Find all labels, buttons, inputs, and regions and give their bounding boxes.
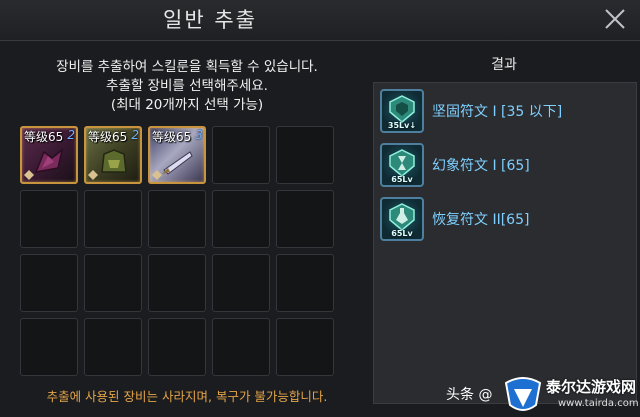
instruction-line-2: 추출할 장비를 선택해주세요.: [106, 78, 268, 94]
rune-level-badge: 65Lv: [391, 175, 413, 184]
empty-slot[interactable]: [20, 254, 78, 312]
empty-slot[interactable]: [20, 190, 78, 248]
result-item[interactable]: 35Lv↓ 坚固符文 I [35 以下]: [380, 89, 630, 135]
rune-level-badge: 65Lv: [391, 229, 413, 238]
equipment-level: 等级65: [152, 130, 192, 144]
logo-name: 泰尔达游戏网: [546, 378, 637, 396]
equipment-level: 等级65: [24, 130, 64, 144]
logo-url: www.tairda.com: [558, 398, 639, 409]
site-logo: 泰尔达游戏网 www.tairda.com: [502, 374, 640, 417]
empty-slot[interactable]: [84, 254, 142, 312]
enhance-level: 3: [195, 128, 203, 142]
result-item-name: 坚固符文 I [35 以下]: [432, 104, 563, 120]
equipment-level: 等级65: [88, 130, 128, 144]
rune-potion-icon: 65Lv: [380, 197, 424, 241]
result-list: 35Lv↓ 坚固符文 I [35 以下] 65Lv 幻象符文 I [65] 65…: [373, 82, 637, 404]
equipment-item-icon: [34, 148, 64, 173]
result-panel: 결과 35Lv↓ 坚固符文 I [35 以下] 65Lv 幻象符文 I [65]: [373, 48, 637, 408]
empty-slot[interactable]: [276, 254, 334, 312]
empty-slot[interactable]: [212, 126, 270, 184]
watermark-text: 头条 @: [446, 387, 493, 403]
empty-slot[interactable]: [84, 318, 142, 376]
result-item-name: 恢复符文 II[65]: [432, 212, 530, 228]
equipment-item-icon: [101, 149, 127, 173]
empty-slot[interactable]: [148, 318, 206, 376]
rune-shield-icon: 35Lv↓: [380, 89, 424, 133]
logo-icon: [504, 377, 542, 411]
enhance-level: 2: [131, 128, 139, 142]
result-title: 결과: [491, 57, 517, 73]
rune-hourglass-icon: 65Lv: [380, 143, 424, 187]
empty-slot[interactable]: [148, 254, 206, 312]
equipment-panel: 장비를 추출하여 스킬룬을 획득할 수 있습니다. 추출할 장비를 선택해주세요…: [12, 48, 362, 408]
diamond-icon: [24, 170, 34, 180]
result-item-name: 幻象符文 I [65]: [432, 158, 530, 174]
empty-slot[interactable]: [212, 190, 270, 248]
rune-level-badge: 35Lv↓: [387, 121, 417, 130]
result-item[interactable]: 65Lv 恢复符文 II[65]: [380, 197, 630, 243]
title-bar: 일반 추출: [0, 0, 640, 41]
diamond-icon: [88, 170, 98, 180]
close-icon: [605, 9, 625, 29]
instruction-line-3: (최대 20개까지 선택 가능): [110, 97, 264, 113]
equipment-slot[interactable]: 等级65 2: [20, 126, 78, 184]
warning-text: 추출에 사용된 장비는 사라지며, 복구가 불가능합니다.: [46, 389, 328, 404]
diamond-icon: [152, 170, 162, 180]
equipment-slot[interactable]: 等级65 3: [148, 126, 206, 184]
empty-slot[interactable]: [84, 190, 142, 248]
window-title: 일반 추출: [163, 8, 257, 32]
equipment-slot[interactable]: 等级65 2: [84, 126, 142, 184]
empty-slot[interactable]: [276, 126, 334, 184]
instructions: 장비를 추출하여 스킬룬을 획득할 수 있습니다. 추출할 장비를 선택해주세요…: [12, 58, 362, 115]
result-item[interactable]: 65Lv 幻象符文 I [65]: [380, 143, 630, 189]
empty-slot[interactable]: [148, 190, 206, 248]
empty-slot[interactable]: [276, 190, 334, 248]
enhance-level: 2: [67, 128, 75, 142]
instruction-line-1: 장비를 추출하여 스킬룬을 획득할 수 있습니다.: [56, 59, 318, 75]
equipment-item-icon: [162, 151, 193, 175]
empty-slot[interactable]: [276, 318, 334, 376]
empty-slot[interactable]: [212, 318, 270, 376]
empty-slot[interactable]: [20, 318, 78, 376]
equipment-grid: 等级65 2 等级65 2 等级65 3: [20, 126, 334, 376]
close-button[interactable]: [600, 4, 630, 34]
empty-slot[interactable]: [212, 254, 270, 312]
